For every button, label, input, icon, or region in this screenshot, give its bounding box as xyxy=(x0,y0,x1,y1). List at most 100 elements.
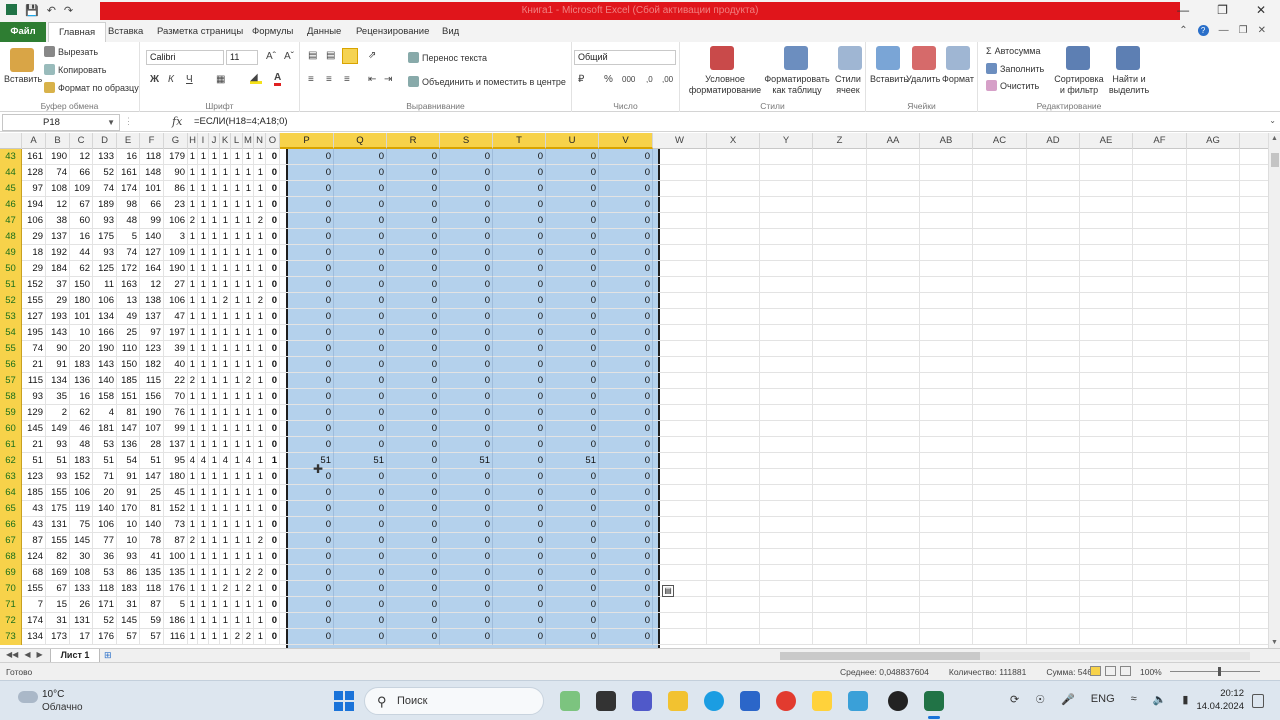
cell-j73[interactable]: 1 xyxy=(209,629,220,645)
cell-x68[interactable] xyxy=(707,549,760,565)
cell-l61[interactable]: 1 xyxy=(231,437,243,453)
cell-g54[interactable]: 197 xyxy=(164,325,188,341)
cell-f61[interactable]: 28 xyxy=(140,437,164,453)
cell-t62[interactable]: 0 xyxy=(493,453,546,469)
cell-r64[interactable]: 0 xyxy=(387,485,440,501)
cell-b46[interactable]: 12 xyxy=(46,197,70,213)
cell-n66[interactable]: 1 xyxy=(254,517,266,533)
cell-ad43[interactable] xyxy=(1027,149,1080,165)
cell-i49[interactable]: 1 xyxy=(198,245,209,261)
cell-i69[interactable]: 1 xyxy=(198,565,209,581)
cell-o44[interactable]: 0 xyxy=(266,165,280,181)
cell-af45[interactable] xyxy=(1133,181,1187,197)
cell-r57[interactable]: 0 xyxy=(387,373,440,389)
cell-ad55[interactable] xyxy=(1027,341,1080,357)
cell-m50[interactable]: 1 xyxy=(243,261,254,277)
cell-e67[interactable]: 10 xyxy=(117,533,140,549)
cell-l45[interactable]: 1 xyxy=(231,181,243,197)
cell-w54[interactable] xyxy=(653,325,707,341)
row-header[interactable]: 63 xyxy=(0,469,22,485)
cell-v53[interactable]: 0 xyxy=(599,309,653,325)
cell-b53[interactable]: 193 xyxy=(46,309,70,325)
cell-b47[interactable]: 38 xyxy=(46,213,70,229)
column-header-o[interactable]: O xyxy=(266,133,280,149)
cell-l68[interactable]: 1 xyxy=(231,549,243,565)
cell-g52[interactable]: 106 xyxy=(164,293,188,309)
cell-j66[interactable]: 1 xyxy=(209,517,220,533)
cell-e56[interactable]: 150 xyxy=(117,357,140,373)
cell-ae54[interactable] xyxy=(1080,325,1133,341)
cell-ae65[interactable] xyxy=(1080,501,1133,517)
cell-m63[interactable]: 1 xyxy=(243,469,254,485)
cell-f69[interactable]: 135 xyxy=(140,565,164,581)
cell-o72[interactable]: 0 xyxy=(266,613,280,629)
minimize-icon[interactable]: — xyxy=(1177,3,1189,17)
cell-aa66[interactable] xyxy=(867,517,920,533)
cell-p50[interactable]: 0 xyxy=(280,261,334,277)
cell-e52[interactable]: 13 xyxy=(117,293,140,309)
cell-s66[interactable]: 0 xyxy=(440,517,493,533)
cell-w57[interactable] xyxy=(653,373,707,389)
cell-i53[interactable]: 1 xyxy=(198,309,209,325)
cell-ac44[interactable] xyxy=(973,165,1027,181)
cell-s48[interactable]: 0 xyxy=(440,229,493,245)
cell-aa44[interactable] xyxy=(867,165,920,181)
row-header[interactable]: 73 xyxy=(0,629,22,645)
cell-h72[interactable]: 1 xyxy=(188,613,198,629)
cell-aa61[interactable] xyxy=(867,437,920,453)
cell-m62[interactable]: 4 xyxy=(243,453,254,469)
column-header-p[interactable]: P xyxy=(280,133,334,149)
cell-i59[interactable]: 1 xyxy=(198,405,209,421)
cell-ab63[interactable] xyxy=(920,469,973,485)
cell-k44[interactable]: 1 xyxy=(220,165,231,181)
cell-z65[interactable] xyxy=(813,501,867,517)
shrink-font-icon[interactable]: Aˇ xyxy=(284,51,294,62)
cell-ae64[interactable] xyxy=(1080,485,1133,501)
microphone-icon[interactable]: 🎤 xyxy=(1061,693,1075,706)
cell-n49[interactable]: 1 xyxy=(254,245,266,261)
cell-w44[interactable] xyxy=(653,165,707,181)
cell-ad56[interactable] xyxy=(1027,357,1080,373)
cell-v47[interactable]: 0 xyxy=(599,213,653,229)
cell-q63[interactable]: 0 xyxy=(334,469,387,485)
cell-l65[interactable]: 1 xyxy=(231,501,243,517)
cell-h65[interactable]: 1 xyxy=(188,501,198,517)
cell-u55[interactable]: 0 xyxy=(546,341,599,357)
cell-f51[interactable]: 12 xyxy=(140,277,164,293)
row-header[interactable]: 70 xyxy=(0,581,22,597)
cell-g71[interactable]: 5 xyxy=(164,597,188,613)
cell-n47[interactable]: 2 xyxy=(254,213,266,229)
cell-ad71[interactable] xyxy=(1027,597,1080,613)
cell-af58[interactable] xyxy=(1133,389,1187,405)
cell-j52[interactable]: 1 xyxy=(209,293,220,309)
cell-o57[interactable]: 0 xyxy=(266,373,280,389)
cell-u58[interactable]: 0 xyxy=(546,389,599,405)
cell-u73[interactable]: 0 xyxy=(546,629,599,645)
name-box[interactable]: P18 ▼ xyxy=(2,114,120,131)
cell-g69[interactable]: 135 xyxy=(164,565,188,581)
new-sheet-icon[interactable]: ⊞ xyxy=(104,650,112,661)
cell-k73[interactable]: 1 xyxy=(220,629,231,645)
cell-y44[interactable] xyxy=(760,165,813,181)
cell-aa63[interactable] xyxy=(867,469,920,485)
cell-w69[interactable] xyxy=(653,565,707,581)
row-header[interactable]: 62 xyxy=(0,453,22,469)
cell-n67[interactable]: 2 xyxy=(254,533,266,549)
cell-b45[interactable]: 108 xyxy=(46,181,70,197)
cell-h51[interactable]: 1 xyxy=(188,277,198,293)
cell-r63[interactable]: 0 xyxy=(387,469,440,485)
cell-q59[interactable]: 0 xyxy=(334,405,387,421)
cell-aa43[interactable] xyxy=(867,149,920,165)
cell-q53[interactable]: 0 xyxy=(334,309,387,325)
cell-r62[interactable]: 0 xyxy=(387,453,440,469)
cell-af70[interactable] xyxy=(1133,581,1187,597)
cell-g50[interactable]: 190 xyxy=(164,261,188,277)
cell-y46[interactable] xyxy=(760,197,813,213)
cell-m55[interactable]: 1 xyxy=(243,341,254,357)
cell-c55[interactable]: 20 xyxy=(70,341,93,357)
cell-ag69[interactable] xyxy=(1187,565,1240,581)
row-header[interactable]: 54 xyxy=(0,325,22,341)
cell-d60[interactable]: 181 xyxy=(93,421,117,437)
cell-ab67[interactable] xyxy=(920,533,973,549)
cell-ad49[interactable] xyxy=(1027,245,1080,261)
